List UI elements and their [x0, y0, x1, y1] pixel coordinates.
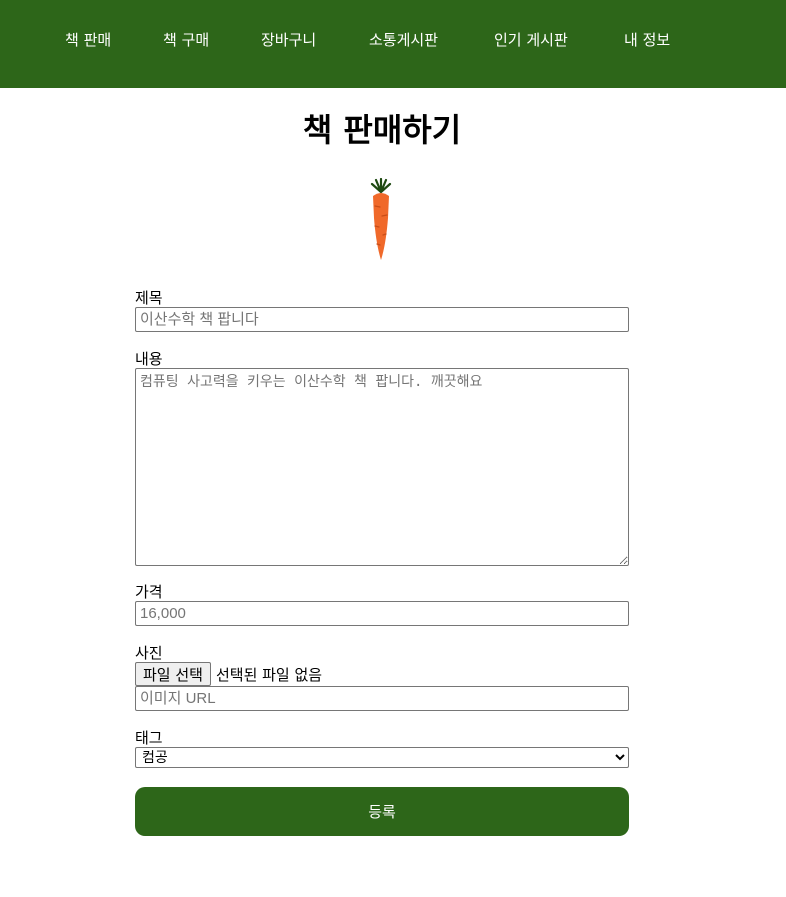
top-navigation-bar: 책 판매 책 구매 장바구니 소통게시판 인기 게시판 내 정보	[0, 0, 786, 88]
title-input[interactable]	[135, 307, 629, 332]
file-status-text: 선택된 파일 없음	[215, 665, 323, 684]
content-label: 내용	[135, 350, 163, 368]
tag-label: 태그	[135, 729, 163, 747]
price-label: 가격	[135, 583, 163, 601]
nav-item-popular-board[interactable]: 인기 게시판	[494, 30, 568, 50]
price-input[interactable]	[135, 601, 629, 626]
nav-item-cart[interactable]: 장바구니	[261, 30, 316, 50]
content-textarea[interactable]	[135, 368, 629, 566]
carrot-icon	[370, 178, 392, 260]
submit-button[interactable]: 등록	[135, 787, 629, 836]
photo-label: 사진	[135, 644, 163, 662]
image-url-input[interactable]	[135, 686, 629, 711]
nav-item-my-info[interactable]: 내 정보	[624, 30, 670, 50]
file-picker: 파일 선택 선택된 파일 없음	[135, 662, 322, 686]
page-title: 책 판매하기	[302, 111, 462, 149]
tag-select[interactable]: 컴공	[135, 747, 629, 768]
file-select-button[interactable]: 파일 선택	[135, 662, 211, 686]
nav-item-sell-book[interactable]: 책 판매	[65, 30, 111, 50]
title-label: 제목	[135, 289, 163, 307]
nav-item-community-board[interactable]: 소통게시판	[369, 30, 438, 50]
nav-item-buy-book[interactable]: 책 구매	[163, 30, 209, 50]
